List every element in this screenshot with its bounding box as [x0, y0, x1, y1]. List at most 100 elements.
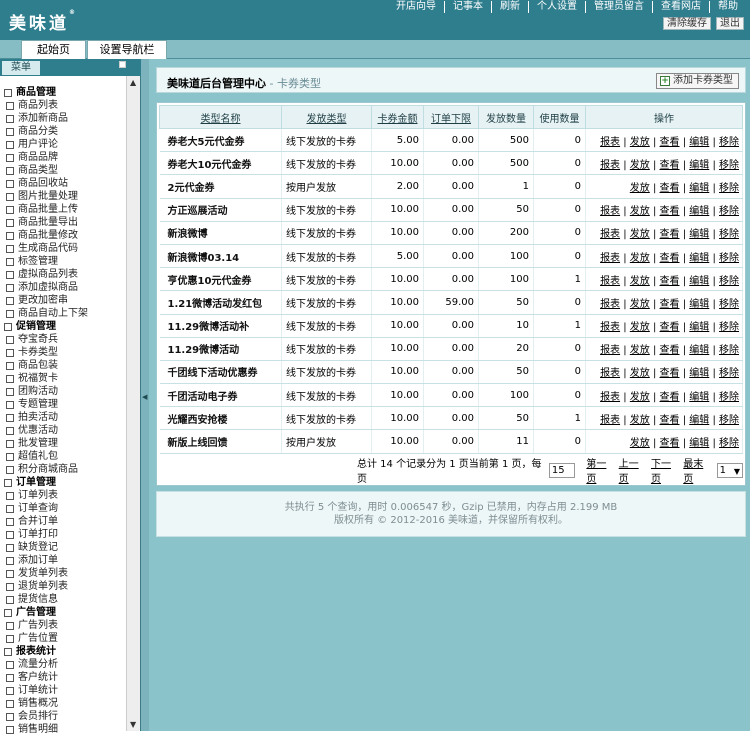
- sidebar-item[interactable]: 标签管理: [4, 255, 126, 268]
- sidebar-item[interactable]: 用户评论: [4, 138, 126, 151]
- row-action-link[interactable]: 编辑: [689, 206, 709, 217]
- top-nav-item[interactable]: 查看网店: [652, 1, 709, 13]
- row-action-link[interactable]: 移除: [719, 229, 739, 240]
- sidebar-item[interactable]: 订单统计: [4, 684, 126, 697]
- row-action-link[interactable]: 报表: [600, 415, 620, 426]
- row-action-link[interactable]: 移除: [719, 345, 739, 356]
- sidebar-item[interactable]: 更改加密串: [4, 294, 126, 307]
- sidebar-item[interactable]: 添加新商品: [4, 112, 126, 125]
- prev-page-link[interactable]: 上一页: [619, 455, 648, 485]
- per-page-input[interactable]: 15: [548, 462, 576, 478]
- sidebar-item[interactable]: 商品批量修改: [4, 229, 126, 242]
- row-action-link[interactable]: 查看: [660, 438, 680, 449]
- row-action-link[interactable]: 移除: [719, 322, 739, 333]
- sidebar-item[interactable]: 拍卖活动: [4, 411, 126, 424]
- add-coupon-type-button[interactable]: + 添加卡券类型: [656, 73, 739, 89]
- row-action-link[interactable]: 发放: [630, 253, 650, 264]
- col-header-name[interactable]: 类型名称: [159, 105, 282, 129]
- row-action-link[interactable]: 报表: [600, 368, 620, 379]
- sidebar-group[interactable]: 订单管理: [4, 476, 126, 489]
- sidebar-item[interactable]: 商品分类: [4, 125, 126, 138]
- sidebar-item[interactable]: 商品包装: [4, 359, 126, 372]
- row-action-link[interactable]: 发放: [630, 345, 650, 356]
- sidebar-item[interactable]: 流量分析: [4, 658, 126, 671]
- sidebar-item[interactable]: 广告位置: [4, 632, 126, 645]
- logout-button[interactable]: 退出: [716, 17, 744, 30]
- top-nav-item[interactable]: 刷新: [491, 1, 528, 13]
- row-action-link[interactable]: 发放: [630, 415, 650, 426]
- col-header-min[interactable]: 订单下限: [423, 105, 479, 129]
- sidebar-item[interactable]: 专题管理: [4, 398, 126, 411]
- sidebar-item[interactable]: 夺宝奇兵: [4, 333, 126, 346]
- collapse-arrow-icon[interactable]: ◀: [142, 393, 147, 401]
- collapse-icon[interactable]: [119, 61, 126, 68]
- row-action-link[interactable]: 查看: [660, 322, 680, 333]
- sidebar-item[interactable]: 订单查询: [4, 502, 126, 515]
- tab-nav-settings[interactable]: 设置导航栏: [87, 40, 167, 59]
- row-action-link[interactable]: 发放: [630, 229, 650, 240]
- row-action-link[interactable]: 查看: [660, 160, 680, 171]
- top-nav-item[interactable]: 帮助: [709, 1, 746, 13]
- row-action-link[interactable]: 查看: [660, 299, 680, 310]
- sidebar-item[interactable]: 商品类型: [4, 164, 126, 177]
- row-action-link[interactable]: 编辑: [689, 160, 709, 171]
- page-select[interactable]: 1: [716, 462, 744, 478]
- last-page-link[interactable]: 最末页: [683, 455, 712, 485]
- sidebar-item[interactable]: 优惠活动: [4, 424, 126, 437]
- row-action-link[interactable]: 报表: [600, 229, 620, 240]
- row-action-link[interactable]: 移除: [719, 137, 739, 148]
- sidebar-item[interactable]: 客户统计: [4, 671, 126, 684]
- row-action-link[interactable]: 移除: [719, 415, 739, 426]
- row-action-link[interactable]: 查看: [660, 368, 680, 379]
- sidebar-item[interactable]: 商品列表: [4, 99, 126, 112]
- row-action-link[interactable]: 移除: [719, 438, 739, 449]
- sidebar-splitter[interactable]: ◀: [141, 59, 149, 731]
- sidebar-item[interactable]: 销售明细: [4, 723, 126, 736]
- row-action-link[interactable]: 编辑: [689, 345, 709, 356]
- row-action-link[interactable]: 移除: [719, 206, 739, 217]
- row-action-link[interactable]: 查看: [660, 345, 680, 356]
- row-action-link[interactable]: 发放: [630, 160, 650, 171]
- row-action-link[interactable]: 编辑: [689, 438, 709, 449]
- row-action-link[interactable]: 查看: [660, 229, 680, 240]
- sidebar-item[interactable]: 积分商城商品: [4, 463, 126, 476]
- row-action-link[interactable]: 报表: [600, 392, 620, 403]
- sidebar-item[interactable]: 缺货登记: [4, 541, 126, 554]
- row-action-link[interactable]: 查看: [660, 415, 680, 426]
- row-action-link[interactable]: 发放: [630, 183, 650, 194]
- row-action-link[interactable]: 移除: [719, 160, 739, 171]
- next-page-link[interactable]: 下一页: [651, 455, 680, 485]
- row-action-link[interactable]: 发放: [630, 276, 650, 287]
- row-action-link[interactable]: 移除: [719, 368, 739, 379]
- sidebar-group[interactable]: 商品管理: [4, 86, 126, 99]
- row-action-link[interactable]: 发放: [630, 322, 650, 333]
- clear-cache-button[interactable]: 清除缓存: [663, 17, 711, 30]
- sidebar-item[interactable]: 订单打印: [4, 528, 126, 541]
- top-nav-item[interactable]: 个人设置: [528, 1, 585, 13]
- row-action-link[interactable]: 发放: [630, 206, 650, 217]
- row-action-link[interactable]: 报表: [600, 276, 620, 287]
- row-action-link[interactable]: 发放: [630, 299, 650, 310]
- row-action-link[interactable]: 发放: [630, 392, 650, 403]
- tab-start-page[interactable]: 起始页: [21, 40, 86, 59]
- sidebar-item[interactable]: 虚拟商品列表: [4, 268, 126, 281]
- sidebar-item[interactable]: 祝福贺卡: [4, 372, 126, 385]
- row-action-link[interactable]: 查看: [660, 392, 680, 403]
- sidebar-item[interactable]: 发货单列表: [4, 567, 126, 580]
- first-page-link[interactable]: 第一页: [586, 455, 615, 485]
- col-header-type[interactable]: 发放类型: [281, 105, 372, 129]
- sidebar-item[interactable]: 商品回收站: [4, 177, 126, 190]
- row-action-link[interactable]: 查看: [660, 276, 680, 287]
- sidebar-group[interactable]: 报表统计: [4, 645, 126, 658]
- row-action-link[interactable]: 查看: [660, 183, 680, 194]
- row-action-link[interactable]: 报表: [600, 206, 620, 217]
- sidebar-item[interactable]: 超值礼包: [4, 450, 126, 463]
- row-action-link[interactable]: 编辑: [689, 253, 709, 264]
- sidebar-item[interactable]: 商品自动上下架: [4, 307, 126, 320]
- sidebar-item[interactable]: 提货信息: [4, 593, 126, 606]
- sidebar-item[interactable]: 商品批量导出: [4, 216, 126, 229]
- col-header-amount[interactable]: 卡券金额: [371, 105, 424, 129]
- row-action-link[interactable]: 编辑: [689, 322, 709, 333]
- row-action-link[interactable]: 移除: [719, 276, 739, 287]
- sidebar-item[interactable]: 销售概况: [4, 697, 126, 710]
